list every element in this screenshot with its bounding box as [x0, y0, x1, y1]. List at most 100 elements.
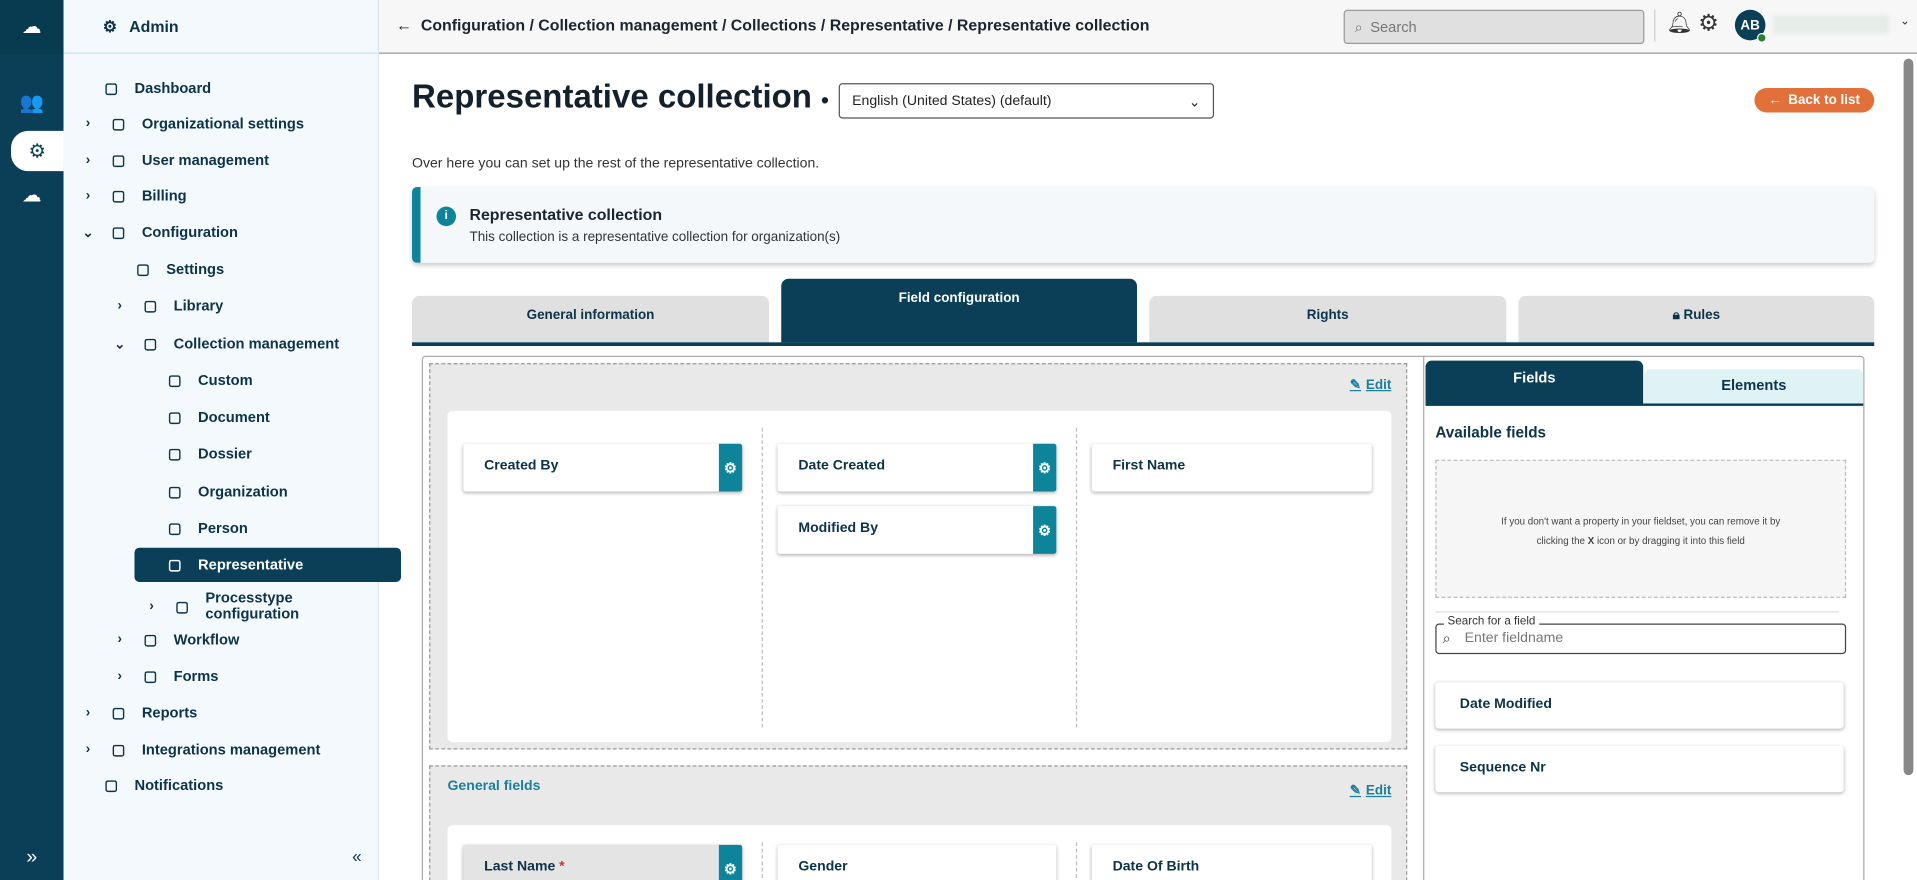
required-marker: * — [559, 859, 565, 875]
available-fields-heading: Available fields — [1435, 424, 1547, 442]
sidebar-item-processtype-configuration[interactable]: › ▢ Processtype configuration — [144, 588, 315, 625]
sidebar-item-workflow[interactable]: › ▢ Workflow — [112, 625, 240, 654]
gear-icon: ▢ — [136, 260, 150, 278]
field-settings-icon[interactable]: ⚙ — [1033, 443, 1057, 492]
search-input[interactable]: ⌕ Search — [1343, 9, 1645, 45]
puzzle-icon: ▢ — [111, 740, 126, 759]
tab-elements[interactable]: Elements — [1644, 369, 1864, 404]
forms-icon: ▢ — [143, 667, 158, 685]
tab-general-information[interactable]: General information — [412, 295, 770, 343]
chevron-right-icon[interactable]: › — [112, 669, 127, 684]
people-icon[interactable]: 👥 — [0, 83, 64, 122]
field-card[interactable]: Date Of Birth — [1091, 844, 1372, 880]
chevron-right-icon[interactable]: › — [81, 705, 96, 720]
top-bar: ← Configuration / Collection management … — [379, 0, 1917, 54]
sidebar-item-person[interactable]: ▢ Person — [164, 513, 248, 542]
chevron-right-icon[interactable]: › — [112, 298, 127, 313]
sidebar-item-billing[interactable]: › ▢ Billing — [81, 181, 187, 210]
bell-icon[interactable]: 🔔︎ — [1666, 11, 1692, 35]
logo-icon: ☁ — [22, 17, 42, 38]
sidebar-item-dashboard[interactable]: ▢ Dashboard — [100, 73, 211, 102]
field-card[interactable]: Gender — [777, 844, 1057, 880]
field-card[interactable]: Date Created ⚙ — [777, 443, 1057, 492]
user-menu-chevron-icon[interactable]: ⌄ — [1900, 15, 1910, 28]
sidebar-item-custom[interactable]: ▢ Custom — [164, 366, 253, 395]
tab-field-configuration[interactable]: Field configuration — [781, 278, 1138, 343]
layers-icon: ▢ — [143, 334, 158, 353]
chevron-right-icon[interactable]: › — [81, 116, 96, 131]
edit-fieldset-button[interactable]: ✎ Edit — [1349, 377, 1392, 393]
bell-icon: ▢ — [104, 776, 119, 794]
search-icon: ⌕ — [1354, 17, 1363, 35]
chevron-right-icon[interactable]: › — [144, 598, 159, 614]
sidebar-item-organizational-settings[interactable]: › ▢ Organizational settings — [81, 109, 304, 138]
sidebar-item-notifications[interactable]: ▢ Notifications — [100, 770, 223, 799]
chevron-down-icon: ⌄ — [1188, 94, 1201, 110]
fieldset-1: ✎ Edit Created By ⚙ Date Created ⚙ Modified… — [429, 363, 1408, 750]
chevron-right-icon[interactable]: › — [81, 742, 96, 757]
reports-icon: ▢ — [111, 704, 126, 722]
breadcrumb: ← Configuration / Collection management … — [396, 15, 1150, 35]
arrow-left-icon: ← — [1768, 92, 1783, 108]
field-card[interactable]: Created By ⚙ — [463, 443, 743, 492]
field-settings-icon[interactable]: ⚙ — [718, 443, 743, 492]
edit-fieldset-button[interactable]: ✎ Edit — [1350, 782, 1392, 798]
lock-icon: 🔒︎ — [1672, 308, 1680, 323]
page-description: Over here you can set up the rest of the… — [412, 156, 820, 172]
sidebar-item-reports[interactable]: › ▢ Reports — [81, 698, 197, 727]
chevron-down-icon[interactable]: ⌄ — [112, 336, 127, 352]
fieldset-title: General fields — [447, 778, 541, 794]
sidebar-item-document[interactable]: ▢ Document — [164, 402, 270, 431]
field-settings-icon[interactable]: ⚙ — [1033, 506, 1057, 554]
sidebar-header: ⚙ Admin — [63, 0, 378, 54]
sidebar-item-representative[interactable]: ▢ Representative — [134, 547, 402, 582]
representative-icon: ▢ — [167, 556, 182, 574]
field-search-input[interactable]: Search for a field ⌕ Enter fieldname — [1435, 614, 1847, 655]
back-arrow-icon[interactable]: ← — [396, 16, 412, 34]
search-icon: ⌕ — [1442, 629, 1451, 647]
sidebar-item-integrations-management[interactable]: › ▢ Integrations management — [81, 735, 321, 764]
collapse-sidebar-icon[interactable]: « — [352, 846, 362, 866]
fieldset-general-fields: General fields ✎ Edit Last Name * ⚙ Gender… — [429, 765, 1408, 880]
available-field-card[interactable]: Sequence Nr — [1435, 745, 1844, 793]
gears-icon: ⚙ — [102, 16, 117, 35]
tab-rights[interactable]: Rights — [1149, 295, 1507, 343]
sidebar-item-collection-management[interactable]: ⌄ ▢ Collection management — [112, 329, 339, 358]
chevron-down-icon[interactable]: ⌄ — [81, 224, 96, 241]
sidebar-item-configuration[interactable]: ⌄ ▢ Configuration — [81, 218, 238, 247]
scrollbar[interactable] — [1903, 58, 1914, 776]
field-card[interactable]: First Name — [1091, 443, 1372, 492]
sidebar-item-library[interactable]: › ▢ Library — [112, 291, 224, 320]
dashboard-icon: ▢ — [104, 79, 119, 97]
expand-rail-icon[interactable]: » — [0, 839, 64, 878]
config-icon: ▢ — [111, 223, 126, 241]
sidebar-item-organization[interactable]: ▢ Organization — [164, 477, 288, 506]
tab-fields[interactable]: Fields — [1425, 360, 1644, 405]
available-field-card[interactable]: Date Modified — [1435, 682, 1844, 729]
app-rail: ☁ 👥 ⚙ ☁ » — [0, 0, 64, 880]
cloud-icon[interactable]: ☁ — [0, 176, 64, 215]
sidebar-item-settings[interactable]: ▢ Settings — [132, 254, 224, 283]
settings-icon[interactable]: ⚙ — [1698, 10, 1719, 38]
sidebar-item-dossier[interactable]: ▢ Dossier — [164, 439, 252, 468]
chevron-right-icon[interactable]: › — [112, 632, 127, 647]
back-to-list-button[interactable]: ← Back to list — [1754, 88, 1875, 113]
chevron-right-icon[interactable]: › — [81, 188, 96, 203]
pencil-icon: ✎ — [1349, 783, 1362, 799]
library-icon: ▢ — [143, 297, 158, 315]
sidebar-item-user-management[interactable]: › ▢ User management — [81, 145, 269, 174]
sidebar-item-forms[interactable]: › ▢ Forms — [112, 661, 219, 690]
chevron-right-icon[interactable]: › — [81, 153, 96, 168]
online-status-icon — [1756, 33, 1767, 43]
sidebar: ⚙ Admin ▢ Dashboard › ▢ Organizational settin… — [63, 0, 402, 880]
field-card[interactable]: Last Name * ⚙ — [463, 844, 743, 880]
tab-rules[interactable]: 🔒︎ Rules — [1518, 295, 1875, 343]
admin-gear-icon[interactable]: ⚙ — [11, 130, 64, 172]
field-card[interactable]: Modified By ⚙ — [777, 506, 1057, 554]
remove-drop-zone[interactable]: If you don't want a property in your fie… — [1435, 459, 1847, 598]
field-settings-icon[interactable]: ⚙ — [718, 844, 743, 880]
language-select[interactable]: English (United States) (default) ⌄ — [838, 83, 1215, 119]
info-icon: i — [436, 206, 457, 227]
pencil-icon: ✎ — [1349, 377, 1362, 393]
dossier-icon: ▢ — [167, 445, 182, 463]
